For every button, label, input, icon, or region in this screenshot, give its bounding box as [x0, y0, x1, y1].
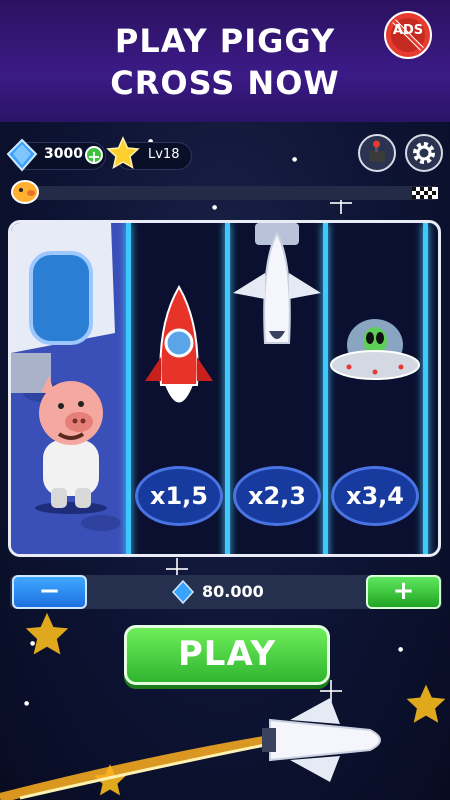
astronaut-pig [35, 376, 107, 514]
red-rocket-obstacle [145, 285, 213, 403]
add-gems-button[interactable]: + [85, 146, 103, 165]
settings-button[interactable] [405, 134, 443, 172]
play-button[interactable]: PLAY [124, 625, 330, 685]
banner-title-line2: CROSS NOW [110, 64, 340, 102]
star-dot: ● [398, 646, 404, 653]
flying-shuttle-decoration [0, 698, 381, 800]
gold-star-decoration [25, 612, 69, 655]
level-label: Lv18 [148, 147, 180, 162]
gems-amount: 3000 [44, 146, 83, 162]
space-shuttle-obstacle [233, 223, 321, 344]
gem-icon [6, 138, 38, 172]
level-progress-bar [24, 186, 438, 200]
star-dot: ● [292, 156, 298, 163]
lane-multiplier-1[interactable]: x1,5 [135, 466, 223, 526]
finish-flag-icon [412, 187, 438, 199]
detonator-icon [369, 140, 385, 162]
game-board: x1,5 x2,3 x3,4 [8, 220, 441, 557]
no-ads-label: ADS [392, 23, 424, 38]
decrease-bet-button[interactable]: − [12, 575, 87, 609]
detonator-button[interactable] [358, 134, 396, 172]
lane-multiplier-3[interactable]: x3,4 [331, 466, 419, 526]
bet-amount: 80.000 [202, 582, 264, 601]
alien-ufo-obstacle [330, 319, 420, 380]
gem-icon [172, 580, 194, 604]
increase-bet-button[interactable]: + [366, 575, 441, 609]
no-ads-button[interactable]: ADS [382, 9, 434, 61]
lane-divider [126, 223, 131, 554]
lane-divider [423, 223, 428, 554]
lane-multiplier-2[interactable]: x2,3 [233, 466, 321, 526]
star-dot: ● [212, 204, 218, 211]
gold-star-decoration [406, 684, 446, 723]
gear-icon [413, 142, 435, 164]
star-icon [106, 136, 140, 170]
piggy-progress-icon [11, 180, 39, 204]
